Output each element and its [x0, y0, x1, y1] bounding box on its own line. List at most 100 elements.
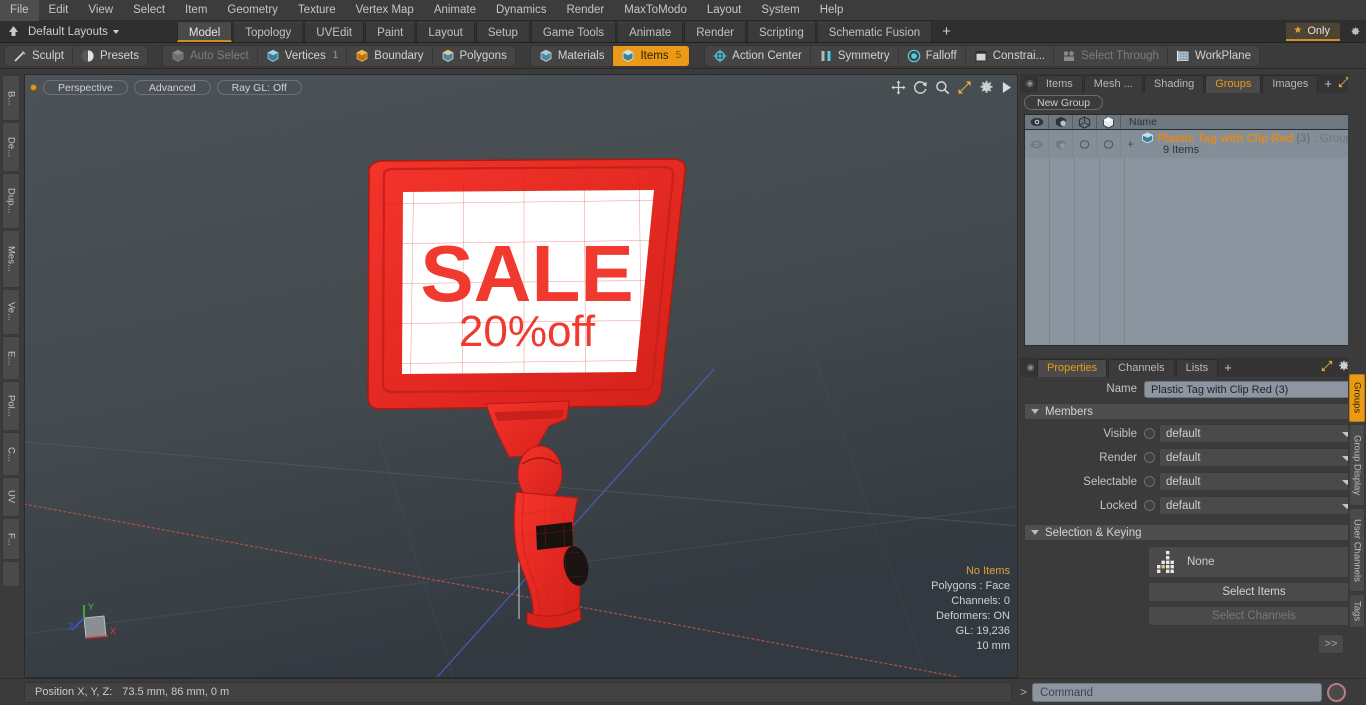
viewport-shading-button[interactable]: Advanced [133, 79, 211, 95]
sidebar-item-user-channels[interactable]: User Channels [1349, 508, 1365, 592]
table-row[interactable]: + Plastic Tag with Clip Red (3) : Group … [1025, 130, 1361, 160]
render-icon[interactable] [1049, 115, 1073, 129]
sidebar-item-groups[interactable]: Groups [1349, 374, 1365, 422]
home-icon[interactable] [0, 25, 26, 38]
tab-groups[interactable]: Groups [1205, 75, 1262, 93]
eye-icon[interactable] [1025, 115, 1049, 129]
menu-item-edit[interactable]: Edit [39, 0, 79, 21]
menu-item-layout[interactable]: Layout [697, 0, 752, 21]
properties-menu-icon[interactable]: ◉ [1024, 358, 1037, 377]
polygons-button[interactable]: Polygons [433, 46, 515, 66]
tab-model[interactable]: Model [176, 21, 233, 42]
gear-icon[interactable] [979, 80, 994, 95]
menu-item-dynamics[interactable]: Dynamics [486, 0, 556, 21]
gear-icon[interactable] [1342, 25, 1366, 38]
visible-select[interactable]: default [1159, 424, 1360, 443]
3d-viewport[interactable]: SALE 20%off Perspective Advanced Ray GL:… [24, 74, 1018, 678]
sidebar-item-uv[interactable]: UV [2, 477, 20, 517]
only-toggle-button[interactable]: ★ Only [1286, 22, 1340, 41]
render-select[interactable]: default [1159, 448, 1360, 467]
menu-item-animate[interactable]: Animate [424, 0, 486, 21]
menu-item-render[interactable]: Render [556, 0, 614, 21]
maximize-icon[interactable] [1321, 360, 1333, 375]
render-indicator[interactable] [1144, 452, 1155, 463]
expand-more-button[interactable]: >> [1318, 634, 1344, 654]
falloff-button[interactable]: Falloff [899, 45, 966, 66]
shade-icon[interactable] [1097, 115, 1121, 129]
workplane-button[interactable]: WorkPlane [1168, 46, 1259, 66]
tab-items[interactable]: Items [1035, 75, 1083, 93]
locked-indicator[interactable] [1144, 500, 1155, 511]
constraint-button[interactable]: Constrai... [966, 45, 1055, 66]
menu-item-item[interactable]: Item [175, 0, 217, 21]
play-icon[interactable] [1001, 81, 1012, 94]
sidebar-item-tags[interactable]: Tags [1349, 594, 1365, 628]
tab-paint[interactable]: Paint [365, 21, 416, 42]
materials-button[interactable]: Materials [531, 45, 614, 66]
locked-select[interactable]: default [1159, 496, 1360, 515]
fit-icon[interactable] [957, 80, 972, 95]
sidebar-item-basic[interactable]: B... [2, 75, 20, 121]
expand-row-icon[interactable]: + [1127, 137, 1134, 151]
add-tab-button[interactable]: + [933, 22, 960, 42]
viewport-projection-button[interactable]: Perspective [43, 79, 128, 95]
menu-item-file[interactable]: File [0, 0, 39, 21]
selection-keying-section-header[interactable]: Selection & Keying [1024, 524, 1360, 541]
viewport-raygl-button[interactable]: Ray GL: Off [216, 79, 302, 95]
sidebar-item-fusion[interactable]: F... [2, 518, 20, 560]
menu-item-help[interactable]: Help [810, 0, 854, 21]
sidebar-item-edge[interactable]: E... [2, 336, 20, 380]
menu-item-vertex-map[interactable]: Vertex Map [346, 0, 424, 21]
rotate-icon[interactable] [913, 80, 928, 95]
tab-layout[interactable]: Layout [416, 21, 475, 42]
menu-item-select[interactable]: Select [123, 0, 175, 21]
menu-item-maxtomodo[interactable]: MaxToModo [614, 0, 697, 21]
sidebar-item-deform[interactable]: De... [2, 122, 20, 172]
tab-channels[interactable]: Channels [1108, 359, 1175, 377]
presets-button[interactable]: Presets [73, 46, 147, 66]
record-icon[interactable] [1327, 682, 1347, 702]
tab-images[interactable]: Images [1262, 75, 1319, 93]
panel-menu-icon[interactable]: ◉ [1024, 74, 1036, 93]
symmetry-button[interactable]: Symmetry [811, 45, 899, 66]
tab-uvedit[interactable]: UVEdit [304, 21, 365, 42]
sculpt-button[interactable]: Sculpt [5, 45, 73, 66]
keying-set-selector[interactable]: None [1148, 546, 1360, 578]
row-render-toggle[interactable] [1049, 130, 1073, 158]
magnify-icon[interactable] [935, 80, 950, 95]
sidebar-item-group-display[interactable]: Group Display [1349, 424, 1365, 506]
tab-game-tools[interactable]: Game Tools [530, 21, 617, 42]
menu-item-texture[interactable]: Texture [288, 0, 346, 21]
wire-icon[interactable] [1073, 115, 1097, 129]
selectable-indicator[interactable] [1144, 476, 1155, 487]
sidebar-item-polygon[interactable]: Pol... [2, 381, 20, 431]
add-properties-tab-button[interactable]: + [1219, 359, 1237, 377]
row-shade-toggle[interactable] [1097, 130, 1121, 158]
tab-scripting[interactable]: Scripting [746, 21, 816, 42]
sidebar-item-vertex[interactable]: Ve... [2, 289, 20, 335]
row-wire-toggle[interactable] [1073, 130, 1097, 158]
auto-select-button[interactable]: Auto Select [163, 45, 258, 66]
members-section-header[interactable]: Members [1024, 403, 1360, 420]
menu-item-system[interactable]: System [751, 0, 809, 21]
action-center-button[interactable]: Action Center [705, 45, 811, 66]
new-group-button[interactable]: New Group [1024, 95, 1104, 110]
tab-schematic-fusion[interactable]: Schematic Fusion [816, 21, 933, 42]
tab-topology[interactable]: Topology [233, 21, 304, 42]
items-button[interactable]: Items 5 [613, 45, 690, 66]
select-through-button[interactable]: Select Through [1054, 45, 1168, 66]
tab-animate[interactable]: Animate [617, 21, 684, 42]
add-panel-tab-button[interactable]: + [1319, 75, 1337, 93]
vertices-button[interactable]: Vertices 1 [258, 45, 348, 66]
sidebar-item-mesh-edit[interactable]: Mes... [2, 230, 20, 288]
command-input[interactable]: Command [1032, 682, 1323, 702]
tab-shading[interactable]: Shading [1143, 75, 1205, 93]
select-items-button[interactable]: Select Items [1148, 582, 1360, 602]
row-visibility-toggle[interactable] [1025, 130, 1049, 158]
tab-properties[interactable]: Properties [1037, 359, 1108, 377]
selectable-select[interactable]: default [1159, 472, 1360, 491]
sidebar-extra-button[interactable] [2, 561, 20, 587]
menu-item-view[interactable]: View [78, 0, 123, 21]
tab-lists[interactable]: Lists [1175, 359, 1219, 377]
boundary-button[interactable]: Boundary [347, 45, 433, 66]
